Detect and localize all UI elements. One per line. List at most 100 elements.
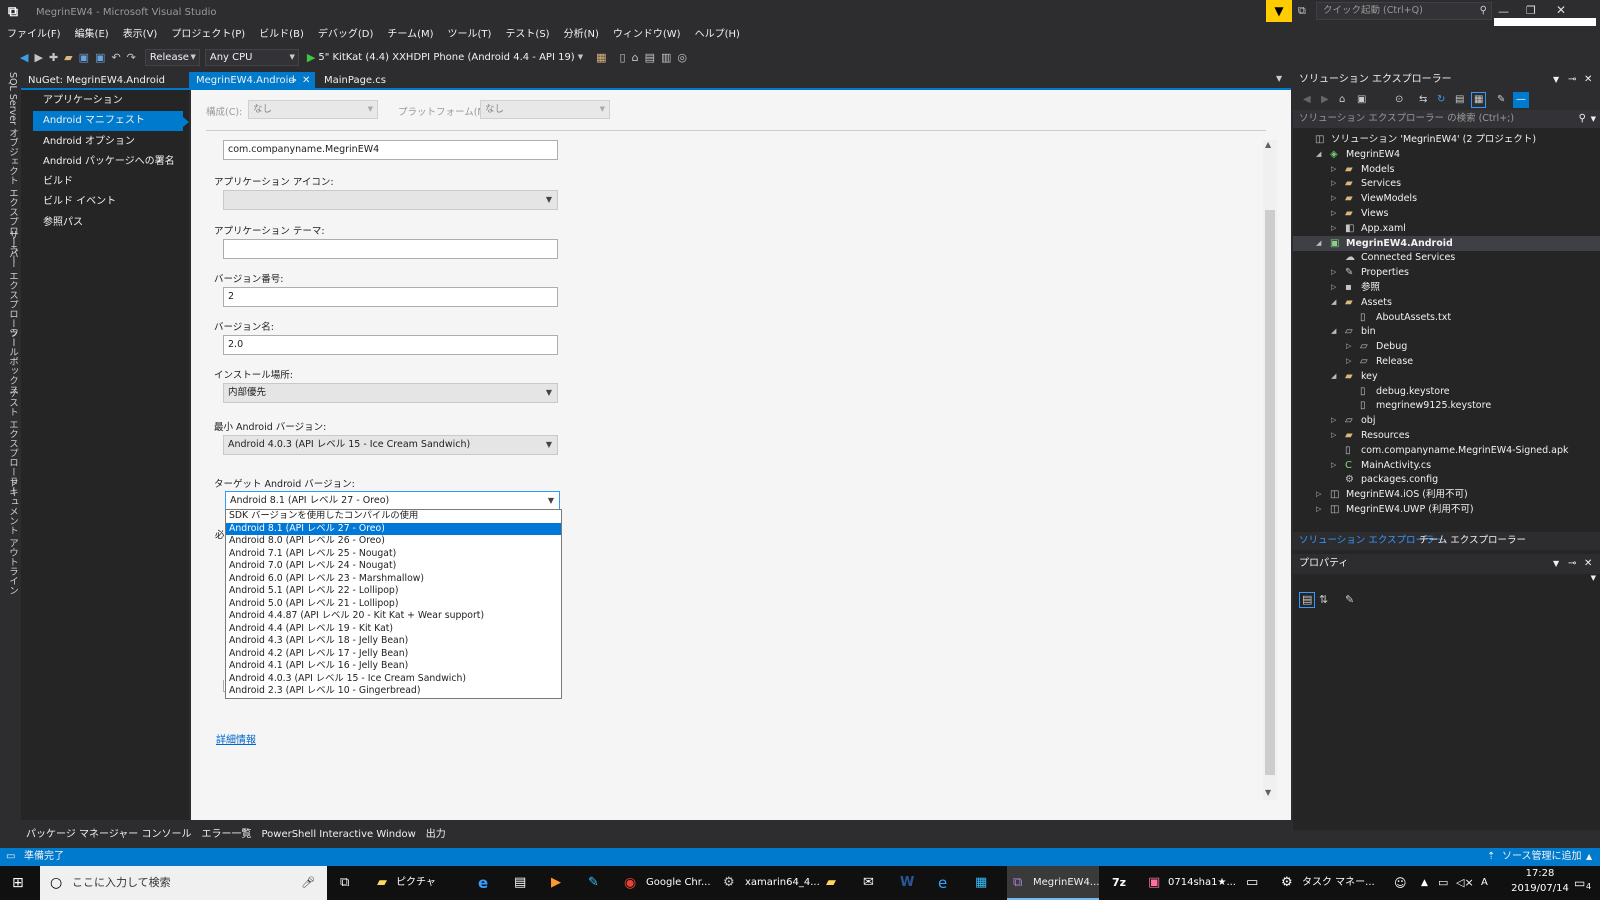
tree-node[interactable]: ◫ ソリューション 'MegrinEW4' (2 プロジェクト) (1293, 132, 1600, 147)
tree-node[interactable]: ▷ ▰ Resources (1293, 428, 1600, 443)
save-all-icon[interactable]: ▣ (95, 51, 105, 64)
target-sdk-option[interactable]: Android 4.4.87 (API レベル 20 - Kit Kat + W… (226, 610, 561, 623)
app-icon-dropdown[interactable]: ▼ (223, 190, 558, 210)
tree-node[interactable]: ▷ ▰ Views (1293, 206, 1600, 221)
edge-icon[interactable]: e (478, 866, 488, 900)
tree-node[interactable]: ◢ ▣ MegrinEW4.Android (1293, 235, 1600, 251)
word-icon[interactable]: W (900, 866, 914, 900)
add-to-source-control[interactable]: ソース管理に追加 (1502, 848, 1582, 866)
device-manager-icon[interactable]: ▦ (596, 51, 606, 64)
tree-node[interactable]: ☁ Connected Services (1293, 250, 1600, 265)
mail-icon[interactable]: ✉ (863, 866, 874, 900)
ime-indicator[interactable]: A (1481, 866, 1488, 900)
tree-node[interactable]: ▯ megrinew9125.keystore (1293, 398, 1600, 413)
pending-changes-icon[interactable]: ⊙ (1395, 90, 1403, 110)
terminal-icon[interactable]: ▭ (1246, 866, 1258, 900)
clock-time[interactable]: 17:28 (1510, 868, 1570, 879)
version-code-field[interactable]: 2 (223, 287, 558, 307)
target-sdk-option[interactable]: Android 2.3 (API レベル 10 - Gingerbread) (226, 685, 561, 698)
collapsed-arrow-icon[interactable]: ▷ (1331, 209, 1336, 217)
collapsed-arrow-icon[interactable]: ▷ (1346, 357, 1351, 365)
preview-icon[interactable]: — (1513, 92, 1529, 108)
menu-edit[interactable]: 編集(E) (68, 26, 116, 44)
menu-window[interactable]: ウィンドウ(W) (606, 26, 688, 44)
target-sdk-option[interactable]: Android 4.4 (API レベル 19 - Kit Kat) (226, 623, 561, 636)
package-name-field[interactable]: com.companyname.MegrinEW4 (223, 140, 558, 160)
target-sdk-option[interactable]: Android 8.0 (API レベル 26 - Oreo) (226, 535, 561, 548)
nav-android-package-signing[interactable]: Android パッケージへの署名 (33, 152, 183, 172)
tree-node[interactable]: ▷ ▰ Services (1293, 176, 1600, 191)
target-sdk-option[interactable]: Android 5.0 (API レベル 21 - Lollipop) (226, 598, 561, 611)
pin-icon[interactable]: ⊸ (1568, 70, 1576, 90)
filter-icon[interactable]: ▼ (1266, 0, 1292, 22)
target-sdk-options-list[interactable]: SDK バージョンを使用したコンパイルの使用 Android 8.1 (API レ… (225, 509, 562, 699)
pen-icon[interactable]: ✎ (588, 866, 599, 900)
collapsed-arrow-icon[interactable]: ▷ (1331, 416, 1336, 424)
7zip-icon[interactable]: 7z (1112, 866, 1126, 900)
tree-node[interactable]: ▷ ▱ Debug (1293, 339, 1600, 354)
chrome-icon[interactable]: ◉ (624, 866, 636, 900)
nav-application[interactable]: アプリケーション (33, 91, 183, 111)
collapsed-arrow-icon[interactable]: ▷ (1331, 224, 1336, 232)
close-icon[interactable]: ✕ (1584, 554, 1592, 574)
undo-icon[interactable]: ↶ (111, 51, 120, 64)
collapsed-arrow-icon[interactable]: ▷ (1331, 165, 1336, 173)
target-sdk-option[interactable]: Android 8.1 (API レベル 27 - Oreo) (226, 522, 561, 535)
media-player-icon[interactable]: ▶ (551, 866, 561, 900)
toolbox-tab[interactable]: ツールボックス (5, 328, 19, 395)
target-sdk-option[interactable]: Android 5.1 (API レベル 22 - Lollipop) (226, 585, 561, 598)
more-info-link[interactable]: 詳細情報 (216, 731, 256, 746)
volume-muted-icon[interactable]: ◁× (1456, 866, 1474, 900)
nav-build[interactable]: ビルド (33, 172, 183, 192)
collapsed-arrow-icon[interactable]: ▷ (1316, 490, 1321, 498)
close-icon[interactable]: ✕ (1584, 70, 1592, 90)
expanded-arrow-icon[interactable]: ◢ (1316, 150, 1321, 158)
properties-object-dropdown[interactable]: ▼ (1293, 574, 1600, 588)
run-target-chevron-icon[interactable]: ▼ (578, 53, 583, 61)
min-sdk-dropdown[interactable]: Android 4.0.3 (API レベル 15 - Ice Cream Sa… (223, 435, 558, 455)
menu-debug[interactable]: デバッグ(D) (311, 26, 381, 44)
tree-node[interactable]: ◢ ◈ MegrinEW4 (1293, 147, 1600, 162)
target-sdk-option[interactable]: Android 6.0 (API レベル 23 - Marshmallow) (226, 573, 561, 586)
task-view-icon[interactable]: ⧉ (340, 866, 349, 900)
nav-android-options[interactable]: Android オプション (33, 132, 183, 152)
menu-project[interactable]: プロジェクト(P) (164, 26, 252, 44)
solution-search-input[interactable]: ソリューション エクスプローラー の検索 (Ctrl+;) ⚲ ▼ (1293, 110, 1600, 128)
tree-node[interactable]: ▷ ▱ obj (1293, 413, 1600, 428)
menu-build[interactable]: ビルド(B) (252, 26, 311, 44)
xamarin-icon[interactable]: ⚙ (723, 866, 735, 900)
menu-help[interactable]: ヘルプ(H) (688, 26, 747, 44)
chevron-up-icon[interactable]: ▲ (1586, 848, 1592, 866)
scroll-up-icon[interactable]: ▲ (1265, 140, 1271, 149)
close-button[interactable]: ✕ (1556, 3, 1566, 17)
store-bag-icon[interactable]: ▦ (975, 866, 987, 900)
property-pages-icon[interactable]: ✎ (1345, 593, 1354, 606)
tree-node[interactable]: ▯ com.companyname.MegrinEW4-Signed.apk (1293, 443, 1600, 458)
expanded-arrow-icon[interactable]: ◢ (1331, 298, 1336, 306)
menu-test[interactable]: テスト(S) (498, 26, 556, 44)
alphabetical-icon[interactable]: ⇅ (1319, 593, 1328, 606)
target-sdk-option[interactable]: Android 7.1 (API レベル 25 - Nougat) (226, 548, 561, 561)
save-icon[interactable]: ▣ (79, 51, 89, 64)
tree-node[interactable]: ▯ AboutAssets.txt (1293, 310, 1600, 325)
run-target-button[interactable]: 5" KitKat (4.4) XXHDPI Phone (Android 4.… (318, 52, 574, 63)
taskbar-app-task-manager[interactable]: タスク マネー... (1302, 866, 1375, 900)
tree-node[interactable]: ▷ ◧ App.xaml (1293, 221, 1600, 236)
menu-team[interactable]: チーム(M) (380, 26, 440, 44)
people-icon[interactable]: ☺ (1394, 866, 1407, 900)
expanded-arrow-icon[interactable]: ◢ (1316, 239, 1321, 247)
collapsed-arrow-icon[interactable]: ▷ (1316, 505, 1321, 513)
tab-overflow-icon[interactable]: ▼ (1276, 74, 1282, 83)
tab-powershell-interactive[interactable]: PowerShell Interactive Window (256, 826, 420, 844)
pin-icon[interactable]: ⊸ (1568, 554, 1576, 574)
target-sdk-dropdown[interactable]: Android 8.1 (API レベル 27 - Oreo) ▼ (225, 491, 560, 511)
store-icon[interactable]: ▤ (514, 866, 526, 900)
redo-icon[interactable]: ↷ (127, 51, 136, 64)
back-icon[interactable]: ◀ (20, 51, 28, 64)
menu-analyze[interactable]: 分析(N) (557, 26, 606, 44)
tree-node[interactable]: ◢ ▱ bin (1293, 324, 1600, 339)
refresh-icon[interactable]: ↻ (1437, 90, 1445, 110)
collapsed-arrow-icon[interactable]: ▷ (1346, 342, 1351, 350)
ie-icon[interactable]: e (938, 866, 947, 900)
vertical-scrollbar[interactable]: ▲ ▼ (1263, 140, 1277, 800)
